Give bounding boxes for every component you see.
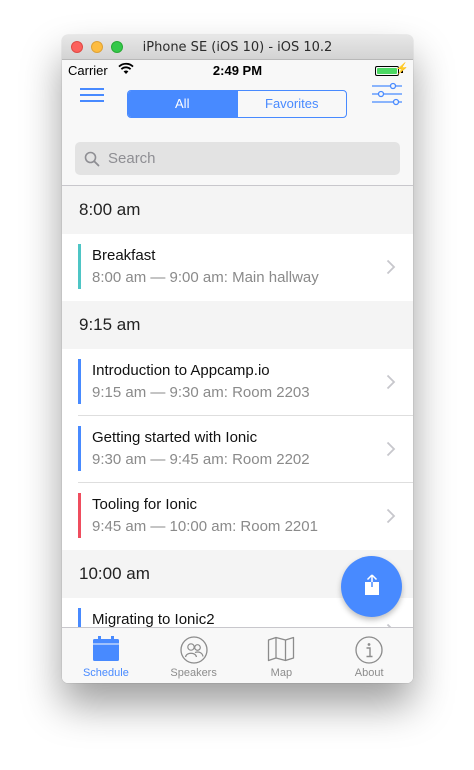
header-toolbar: All Favorites: [62, 80, 413, 126]
app-screen: Carrier 2:49 PM ⚡ All Favorites Search 8…: [62, 60, 413, 683]
contacts-icon: [179, 636, 208, 664]
segment-favorites[interactable]: Favorites: [236, 91, 347, 117]
tab-about-label: About: [354, 667, 384, 679]
segment-control: All Favorites: [127, 90, 347, 118]
track-color-bar: [78, 426, 81, 471]
search-placeholder: Search: [108, 150, 156, 167]
menu-icon[interactable]: [80, 86, 104, 104]
info-icon: [355, 636, 383, 664]
chevron-right-icon: [386, 259, 396, 275]
window-title-bar: iPhone SE (iOS 10) - iOS 10.2: [62, 35, 413, 60]
share-icon: [365, 574, 379, 595]
session-detail: 8:00 am — 9:00 am: Main hallway: [92, 269, 319, 286]
session-title: Migrating to Ionic2: [92, 611, 215, 628]
share-button[interactable]: [341, 556, 402, 617]
session-item[interactable]: Introduction to Appcamp.io 9:15 am — 9:30…: [62, 349, 413, 416]
chevron-right-icon: [386, 374, 396, 390]
search-bar: Search: [62, 126, 413, 186]
battery-level: [377, 68, 397, 74]
tab-speakers-label: Speakers: [170, 667, 217, 679]
status-time: 2:49 PM: [212, 63, 263, 78]
track-color-bar: [78, 244, 81, 289]
charging-icon: ⚡: [395, 63, 409, 75]
session-title: Introduction to Appcamp.io: [92, 362, 270, 379]
tab-bar: Schedule Speakers Map About: [62, 627, 413, 683]
session-detail: 9:45 am — 10:00 am: Room 2201: [92, 518, 318, 535]
chevron-right-icon: [386, 441, 396, 457]
session-title: Tooling for Ionic: [92, 496, 198, 513]
window-title: iPhone SE (iOS 10) - iOS 10.2: [142, 40, 333, 55]
tab-speakers[interactable]: Speakers: [150, 628, 238, 683]
tab-map[interactable]: Map: [238, 628, 326, 683]
status-bar: Carrier 2:49 PM ⚡: [62, 60, 413, 80]
chevron-right-icon: [386, 508, 396, 524]
track-color-bar: [78, 493, 81, 538]
segment-all[interactable]: All: [128, 91, 237, 117]
time-divider: 9:15 am: [62, 301, 413, 349]
session-detail: 9:15 am — 9:30 am: Room 2203: [92, 384, 310, 401]
search-icon: [84, 151, 100, 167]
session-title: Breakfast: [92, 247, 156, 264]
session-item[interactable]: Tooling for Ionic 9:45 am — 10:00 am: Roo…: [62, 483, 413, 550]
options-icon[interactable]: [370, 82, 404, 108]
session-item[interactable]: Getting started with Ionic 9:30 am — 9:45…: [62, 416, 413, 483]
track-color-bar: [78, 359, 81, 404]
simulator-window: iPhone SE (iOS 10) - iOS 10.2 Carrier 2:…: [62, 35, 413, 683]
calendar-icon: [92, 636, 119, 661]
tab-schedule-label: Schedule: [82, 667, 129, 679]
tab-about[interactable]: About: [325, 628, 413, 683]
session-item[interactable]: Breakfast 8:00 am — 9:00 am: Main hallway: [62, 234, 413, 301]
search-input[interactable]: Search: [75, 142, 400, 175]
session-detail: 9:30 am — 9:45 am: Room 2202: [92, 451, 310, 468]
session-title: Getting started with Ionic: [92, 429, 258, 446]
map-icon: [268, 636, 295, 662]
time-divider: 8:00 am: [62, 186, 413, 234]
tab-schedule[interactable]: Schedule: [62, 628, 150, 683]
tab-map-label: Map: [270, 667, 293, 679]
